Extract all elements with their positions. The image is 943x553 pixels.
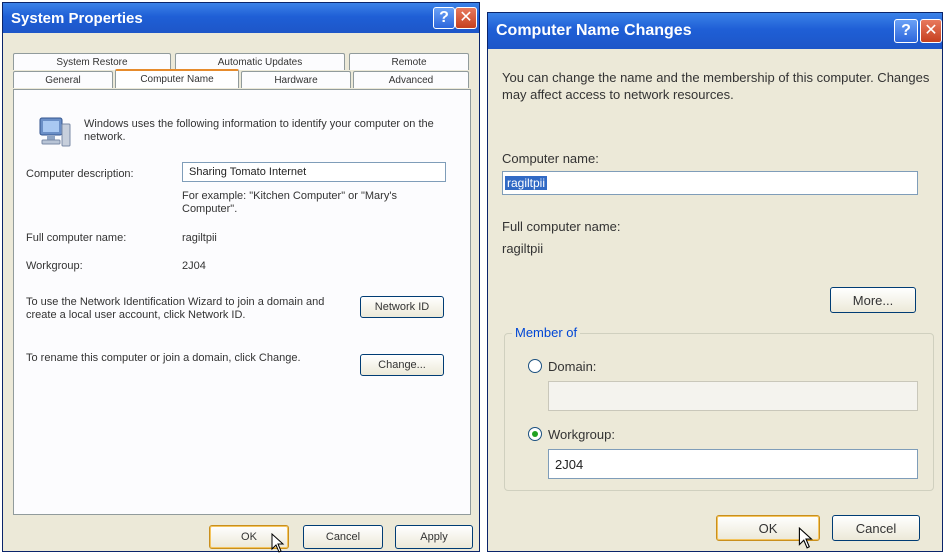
change-button[interactable]: Change... xyxy=(360,354,444,376)
full-name-value: ragiltpii xyxy=(182,232,217,244)
tab-label: Advanced xyxy=(388,74,434,86)
workgroup-input[interactable]: 2J04 xyxy=(548,449,918,479)
help-icon[interactable]: ? xyxy=(433,7,455,29)
description-label: Computer description: xyxy=(26,168,134,180)
more-button[interactable]: More... xyxy=(830,287,916,313)
intro-text: You can change the name and the membersh… xyxy=(502,70,930,102)
intro-text: Windows uses the following information t… xyxy=(84,118,434,143)
computer-name-changes-window: Computer Name Changes ? ✕ You can change… xyxy=(487,12,943,552)
help-icon[interactable]: ? xyxy=(894,19,918,43)
system-properties-window: System Properties ? ✕ System Restore Aut… xyxy=(2,2,480,553)
tab-label: Automatic Updates xyxy=(217,56,303,68)
selected-text: ragiltpii xyxy=(505,176,548,190)
computer-icon xyxy=(39,117,71,147)
member-of-legend: Member of xyxy=(512,325,581,340)
window-title: System Properties xyxy=(11,9,143,27)
tab-label: System Restore xyxy=(56,56,128,68)
mouse-pointer-icon xyxy=(271,533,285,553)
mouse-pointer-icon xyxy=(798,527,813,549)
domain-radio[interactable] xyxy=(528,359,542,373)
title-bar: Computer Name Changes ? ✕ xyxy=(488,13,942,49)
network-id-button[interactable]: Network ID xyxy=(360,296,444,318)
cancel-button[interactable]: Cancel xyxy=(832,515,920,541)
workgroup-value: 2J04 xyxy=(182,260,206,272)
apply-button[interactable]: Apply xyxy=(395,525,473,549)
tab-label: Computer Name xyxy=(140,74,214,85)
computer-name-label: Computer name: xyxy=(502,151,599,166)
network-id-text: To use the Network Identification Wizard… xyxy=(26,296,325,321)
tab-label: Hardware xyxy=(274,74,318,86)
close-icon[interactable]: ✕ xyxy=(455,7,477,29)
title-bar: System Properties ? ✕ xyxy=(3,3,479,33)
workgroup-label: Workgroup: xyxy=(26,260,83,272)
close-icon[interactable]: ✕ xyxy=(920,19,942,43)
full-name-value: ragiltpii xyxy=(502,241,544,256)
tab-advanced[interactable]: Advanced xyxy=(353,71,469,88)
domain-label: Domain: xyxy=(548,359,597,374)
tab-general[interactable]: General xyxy=(13,71,113,88)
description-example: For example: "Kitchen Computer" or "Mary… xyxy=(182,190,397,215)
tab-panel: Windows uses the following information t… xyxy=(13,89,471,515)
tab-computer-name[interactable]: Computer Name xyxy=(115,69,239,88)
tab-remote[interactable]: Remote xyxy=(349,53,469,70)
tab-label: Remote xyxy=(391,56,427,68)
workgroup-label: Workgroup: xyxy=(548,427,615,442)
tab-automatic-updates[interactable]: Automatic Updates xyxy=(175,53,345,70)
tab-hardware[interactable]: Hardware xyxy=(241,71,351,88)
rename-text: To rename this computer or join a domain… xyxy=(26,352,301,364)
tab-label: General xyxy=(45,74,81,86)
computer-description-input[interactable]: Sharing Tomato Internet xyxy=(182,162,446,182)
cancel-button[interactable]: Cancel xyxy=(303,525,383,549)
computer-name-input[interactable]: ragiltpii xyxy=(502,171,918,195)
full-name-label: Full computer name: xyxy=(502,219,621,234)
window-title: Computer Name Changes xyxy=(496,22,692,39)
full-name-label: Full computer name: xyxy=(26,232,127,244)
tab-system-restore[interactable]: System Restore xyxy=(13,53,171,70)
domain-input xyxy=(548,381,918,411)
workgroup-radio[interactable] xyxy=(528,427,542,441)
